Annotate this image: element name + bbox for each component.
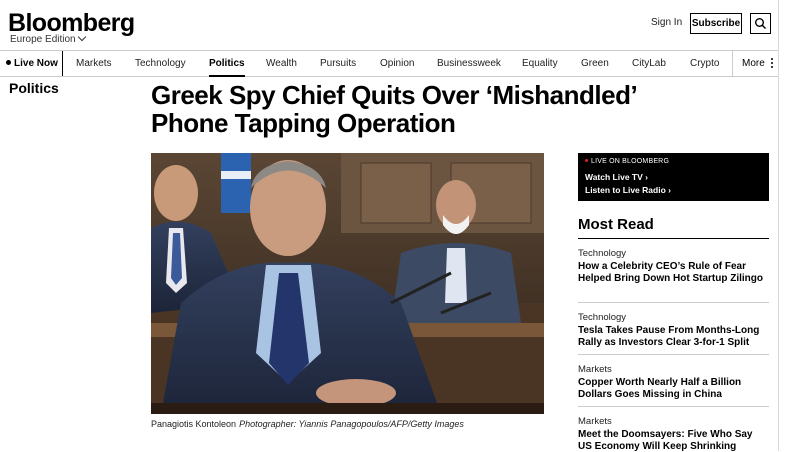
live-label-text: LIVE ON BLOOMBERG: [591, 158, 670, 165]
nav-item-green[interactable]: Green: [581, 51, 609, 76]
nav-item-businessweek[interactable]: Businessweek: [437, 51, 501, 76]
nav-item-politics[interactable]: Politics: [209, 51, 245, 77]
chevron-right-icon: ›: [645, 172, 648, 182]
story-category[interactable]: Technology: [578, 312, 769, 324]
nav-item-pursuits[interactable]: Pursuits: [320, 51, 356, 76]
story-title[interactable]: Copper Worth Nearly Half a Billion Dolla…: [578, 377, 769, 400]
watch-live-tv-link[interactable]: Watch Live TV ›: [585, 172, 648, 182]
most-read-item[interactable]: Markets Meet the Doomsayers: Five Who Sa…: [578, 416, 769, 452]
most-read-divider: [578, 238, 769, 239]
most-read-item[interactable]: Technology Tesla Takes Pause From Months…: [578, 312, 769, 348]
live-now-button[interactable]: Live Now: [0, 51, 63, 76]
more-menu-button[interactable]: More: [732, 51, 779, 76]
article-headline: Greek Spy Chief Quits Over ‘Mishandled’ …: [151, 80, 636, 138]
nav-item-crypto[interactable]: Crypto: [690, 51, 719, 76]
most-read-item[interactable]: Markets Copper Worth Nearly Half a Billi…: [578, 364, 769, 400]
live-on-bloomberg-box: LIVE ON BLOOMBERG Watch Live TV › Listen…: [578, 153, 769, 201]
caption-text: Panagiotis Kontoleon: [151, 419, 237, 429]
nav-item-technology[interactable]: Technology: [135, 51, 186, 76]
more-label: More: [742, 58, 765, 69]
live-dot-icon: [6, 60, 11, 65]
story-title[interactable]: Meet the Doomsayers: Five Who Say US Eco…: [578, 429, 769, 452]
bloomberg-logo[interactable]: Bloomberg: [8, 9, 135, 37]
story-title[interactable]: Tesla Takes Pause From Months-Long Rally…: [578, 325, 769, 348]
nav-item-opinion[interactable]: Opinion: [380, 51, 414, 76]
photo-credit: Photographer: Yiannis Panagopoulos/AFP/G…: [239, 419, 464, 429]
listen-live-radio-label: Listen to Live Radio: [585, 185, 666, 195]
story-category[interactable]: Technology: [578, 248, 769, 260]
nav-item-markets[interactable]: Markets: [76, 51, 112, 76]
edition-label: Europe Edition: [10, 34, 76, 45]
page-frame: Bloomberg Europe Edition Sign In Subscri…: [0, 0, 779, 452]
most-read-item[interactable]: Technology How a Celebrity CEO’s Rule of…: [578, 248, 769, 284]
nav-item-citylab[interactable]: CityLab: [632, 51, 666, 76]
most-read-heading: Most Read: [578, 216, 654, 233]
search-button[interactable]: [750, 13, 771, 34]
chevron-down-icon: [77, 32, 86, 42]
section-label[interactable]: Politics: [9, 80, 59, 96]
divider: [578, 406, 769, 407]
divider: [578, 354, 769, 355]
story-title[interactable]: How a Celebrity CEO’s Rule of Fear Helpe…: [578, 261, 769, 284]
watch-live-tv-label: Watch Live TV: [585, 172, 643, 182]
chevron-right-icon: ›: [668, 185, 671, 195]
listen-live-radio-link[interactable]: Listen to Live Radio ›: [585, 185, 671, 195]
main-nav: Live Now Markets Technology Politics Wea…: [0, 50, 778, 77]
nav-item-wealth[interactable]: Wealth: [266, 51, 297, 76]
article-photo: [151, 153, 544, 414]
story-category[interactable]: Markets: [578, 416, 769, 428]
nav-item-equality[interactable]: Equality: [522, 51, 558, 76]
subscribe-button[interactable]: Subscribe: [690, 13, 742, 34]
live-label: LIVE ON BLOOMBERG: [585, 158, 669, 165]
search-icon: [755, 18, 767, 30]
story-category[interactable]: Markets: [578, 364, 769, 376]
live-now-label: Live Now: [14, 58, 58, 69]
edition-selector[interactable]: Europe Edition: [10, 32, 86, 45]
live-dot-icon: [585, 159, 588, 162]
divider: [578, 302, 769, 303]
photo-caption: Panagiotis Kontoleon Photographer: Yianni…: [151, 419, 464, 429]
sign-in-link[interactable]: Sign In: [651, 17, 682, 28]
kebab-icon: [771, 58, 773, 70]
